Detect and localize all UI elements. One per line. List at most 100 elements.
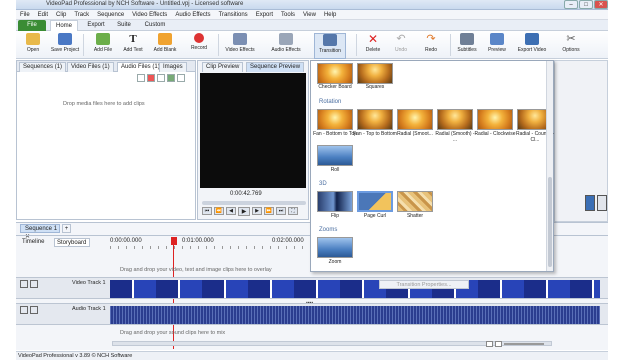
step-back-icon[interactable]: ◀ bbox=[226, 207, 236, 215]
tab-video-files[interactable]: Video Files (1) bbox=[67, 62, 114, 72]
transition-label-radial-smooth-2: Radial (Smooth) - ... bbox=[435, 131, 475, 143]
transition-button[interactable]: Transition bbox=[314, 33, 346, 59]
transition-properties-button[interactable]: Transition Properties... bbox=[379, 280, 469, 289]
tab-export[interactable]: Export bbox=[82, 20, 110, 31]
tab-timeline[interactable]: Timeline bbox=[22, 239, 44, 245]
separator bbox=[450, 34, 451, 56]
audio-clip[interactable] bbox=[110, 306, 600, 324]
video-track-visible-icon[interactable] bbox=[30, 280, 38, 288]
tab-sequence-preview[interactable]: Sequence Preview bbox=[246, 62, 305, 72]
menu-transitions[interactable]: Transitions bbox=[215, 10, 252, 20]
playback-controls: ⏮ ⏪ ◀ ▶ ▶ ⏩ ⏭ ⛶ bbox=[202, 207, 298, 216]
transition-thumb-radial-smooth[interactable] bbox=[397, 109, 433, 130]
record-button[interactable]: Record bbox=[184, 33, 214, 59]
snapshot-icon[interactable] bbox=[597, 195, 607, 211]
menu-clip[interactable]: Clip bbox=[52, 10, 70, 20]
gallery-scrollbar[interactable] bbox=[546, 61, 553, 271]
tab-sequence-1[interactable]: Sequence 1 ✕ bbox=[20, 224, 60, 240]
options-button[interactable]: ✂ Options bbox=[556, 33, 586, 59]
close-button[interactable]: ✕ bbox=[594, 0, 608, 9]
minimize-button[interactable]: – bbox=[564, 0, 578, 9]
transition-thumb-fan-top[interactable] bbox=[357, 109, 393, 130]
subtitles-button[interactable]: Subtitles bbox=[452, 33, 482, 59]
tab-custom[interactable]: Custom bbox=[140, 20, 170, 31]
transition-thumb-radial-clockwise[interactable] bbox=[477, 109, 513, 130]
remove-icon[interactable] bbox=[147, 74, 155, 82]
split-icon[interactable] bbox=[585, 195, 595, 211]
thumbnail-view-icon[interactable] bbox=[157, 74, 165, 82]
transition-thumb-flip[interactable] bbox=[317, 191, 353, 212]
transition-thumb-page-curl[interactable] bbox=[357, 191, 393, 212]
preview-button[interactable]: Preview bbox=[482, 33, 512, 59]
menu-view[interactable]: View bbox=[299, 10, 320, 20]
transition-thumb-radial-smooth-2[interactable] bbox=[437, 109, 473, 130]
video-track-lock-icon[interactable] bbox=[20, 280, 28, 288]
maximize-button[interactable]: □ bbox=[579, 0, 593, 9]
sort-icon[interactable] bbox=[167, 74, 175, 82]
next-frame-icon[interactable]: ⏩ bbox=[264, 207, 274, 215]
transition-thumb-fan-bottom[interactable] bbox=[317, 109, 353, 130]
play-icon[interactable]: ▶ bbox=[238, 207, 250, 216]
export-video-button[interactable]: Export Video bbox=[514, 33, 550, 59]
tab-file[interactable]: File bbox=[18, 20, 46, 31]
transition-label-flip: Flip bbox=[330, 213, 340, 219]
skip-start-icon[interactable]: ⏮ bbox=[202, 207, 212, 215]
zoom-in-icon[interactable] bbox=[495, 341, 502, 347]
transition-thumb-roll[interactable] bbox=[317, 145, 353, 166]
menu-video-effects[interactable]: Video Effects bbox=[128, 10, 171, 20]
tab-suite[interactable]: Suite bbox=[112, 20, 136, 31]
redo-icon: ↷ bbox=[426, 33, 436, 45]
menu-track[interactable]: Track bbox=[70, 10, 93, 20]
gallery-scroll-thumb[interactable] bbox=[548, 177, 552, 267]
audio-track: Audio Track 1 bbox=[16, 303, 608, 325]
add-text-button[interactable]: T Add Text bbox=[118, 33, 148, 59]
redo-button[interactable]: ↷ Redo bbox=[416, 33, 446, 59]
tab-home[interactable]: Home bbox=[50, 20, 78, 31]
text-icon: T bbox=[129, 33, 137, 45]
menu-edit[interactable]: Edit bbox=[34, 10, 52, 20]
preview-scrubber[interactable] bbox=[202, 201, 306, 205]
audio-track-mute-icon[interactable] bbox=[30, 306, 38, 314]
audio-hint: Drag and drop your sound clips here to m… bbox=[120, 330, 226, 336]
preview-screen bbox=[200, 73, 306, 188]
audio-effects-button[interactable]: Audio Effects bbox=[268, 33, 304, 59]
tab-storyboard[interactable]: Storyboard bbox=[54, 238, 90, 247]
delete-button[interactable]: ✕ Delete bbox=[358, 33, 388, 59]
transitions-gallery: Checker Board Squares Rotation Fan - Bot… bbox=[310, 60, 554, 289]
tab-clip-preview[interactable]: Clip Preview bbox=[202, 62, 244, 72]
menu-help[interactable]: Help bbox=[320, 10, 340, 20]
menu-file[interactable]: File bbox=[16, 10, 34, 20]
video-effects-button[interactable]: Video Effects bbox=[222, 33, 258, 59]
transition-label-shatter: Shatter bbox=[406, 213, 424, 219]
menu-audio-effects[interactable]: Audio Effects bbox=[171, 10, 214, 20]
zoom-out-icon[interactable] bbox=[486, 341, 493, 347]
transition-thumb-squares[interactable] bbox=[357, 63, 393, 84]
tab-sequences[interactable]: Sequences (1) bbox=[19, 62, 67, 72]
playhead-marker[interactable] bbox=[171, 237, 177, 245]
tab-images[interactable]: Images bbox=[159, 62, 187, 72]
undo-icon: ↶ bbox=[396, 33, 406, 45]
zoom-slider[interactable] bbox=[504, 343, 544, 345]
settings-icon[interactable] bbox=[177, 74, 185, 82]
transition-thumb-zoom[interactable] bbox=[317, 237, 353, 258]
list-view-icon[interactable] bbox=[137, 74, 145, 82]
menu-sequence[interactable]: Sequence bbox=[93, 10, 128, 20]
add-blank-button[interactable]: Add Blank bbox=[150, 33, 180, 59]
add-file-button[interactable]: Add File bbox=[88, 33, 118, 59]
step-forward-icon[interactable]: ▶ bbox=[252, 207, 262, 215]
video-clip[interactable] bbox=[110, 280, 600, 298]
fullscreen-icon[interactable]: ⛶ bbox=[288, 207, 298, 215]
audio-track-lock-icon[interactable] bbox=[20, 306, 28, 314]
transition-thumb-checker-board[interactable] bbox=[317, 63, 353, 84]
add-sequence-button[interactable]: + bbox=[62, 224, 71, 233]
open-button[interactable]: Open bbox=[18, 33, 48, 59]
prev-frame-icon[interactable]: ⏪ bbox=[214, 207, 224, 215]
menu-export[interactable]: Export bbox=[252, 10, 277, 20]
skip-end-icon[interactable]: ⏭ bbox=[276, 207, 286, 215]
blank-icon bbox=[158, 33, 172, 45]
save-project-button[interactable]: Save Project bbox=[50, 33, 80, 59]
tab-audio-files[interactable]: Audio Files (1) bbox=[117, 62, 164, 72]
transition-thumb-shatter[interactable] bbox=[397, 191, 433, 212]
menu-tools[interactable]: Tools bbox=[277, 10, 299, 20]
undo-button[interactable]: ↶ Undo bbox=[386, 33, 416, 59]
